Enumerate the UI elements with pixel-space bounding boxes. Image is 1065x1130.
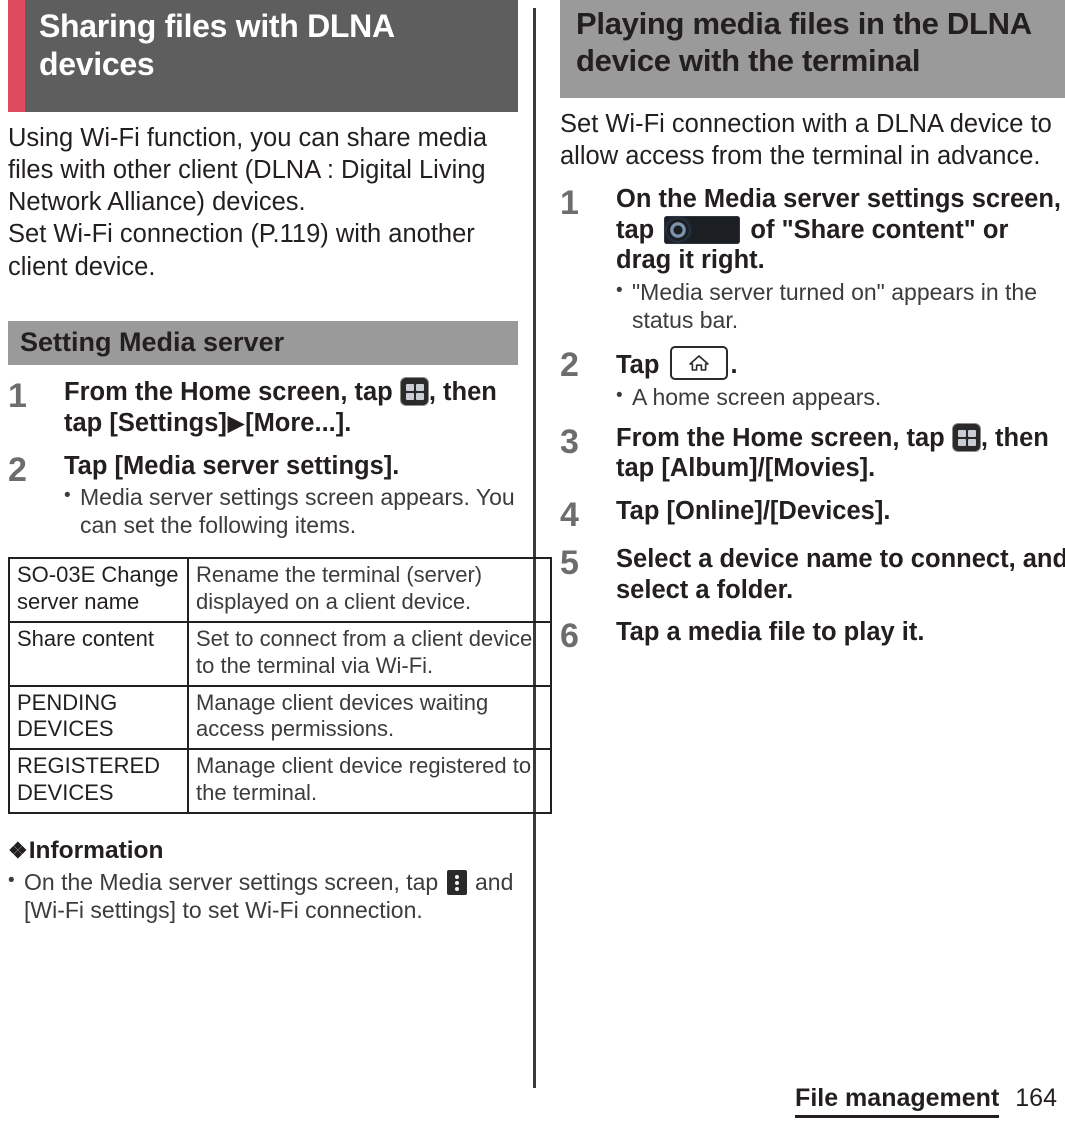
note-text: A home screen appears.: [632, 383, 882, 410]
table-row: SO-03E Change server name Rename the ter…: [8, 557, 552, 623]
step-body: Tap [Online]/[Devices].: [616, 496, 1065, 527]
step-item: 3 From the Home screen, tap , then tap […: [560, 423, 1065, 484]
step-title: From the Home screen, tap , then tap [Se…: [64, 377, 518, 438]
step-notes: • A home screen appears.: [616, 383, 1065, 411]
right-chapter-title: Playing media files in the DLNA device w…: [576, 6, 1031, 78]
step-body: Tap a media file to play it.: [616, 617, 1065, 648]
information-heading-label: Information: [28, 836, 164, 864]
step-item: 2 Tap [Media server settings]. • Media s…: [8, 451, 518, 540]
step-item: 1 From the Home screen, tap , then tap […: [8, 377, 518, 438]
left-steps-list: 1 From the Home screen, tap , then tap […: [8, 377, 518, 539]
step-body: On the Media server settings screen, tap…: [616, 184, 1065, 334]
left-chapter-heading: Sharing files with DLNA devices: [8, 0, 518, 112]
page-footer: File management 164: [795, 1084, 1057, 1118]
step-number: 5: [560, 543, 579, 582]
left-intro-paragraph-2: Set Wi-Fi connection (P.119) with anothe…: [8, 220, 475, 281]
step-title-text-before-icon: From the Home screen, tap: [64, 378, 400, 407]
step-number: 4: [560, 495, 579, 534]
information-item: • On the Media server settings screen, t…: [8, 868, 518, 924]
step-number: 2: [8, 450, 27, 489]
table-row: REGISTERED DEVICES Manage client device …: [8, 748, 552, 814]
bullet-icon: •: [616, 384, 623, 406]
step-title-text-tail: [More...].: [245, 408, 352, 437]
step-title: From the Home screen, tap , then tap [Al…: [616, 423, 1065, 484]
section-band-setting-media-server: Setting Media server: [8, 320, 518, 366]
step-item: 2 Tap . • A home screen appears.: [560, 346, 1065, 411]
manual-page: Sharing files with DLNA devices Using Wi…: [0, 0, 1065, 1130]
table-row: Share content Set to connect from a clie…: [8, 620, 552, 687]
step-title: Tap a media file to play it.: [616, 618, 925, 647]
step-title: Tap [Media server settings].: [64, 451, 400, 480]
step-number: 2: [560, 346, 579, 385]
toggle-knob: [667, 218, 690, 241]
step-number: 1: [560, 184, 579, 223]
step-item: 6 Tap a media file to play it.: [560, 617, 1065, 653]
information-item-text: On the Media server settings screen, tap…: [24, 868, 518, 924]
app-grid-icon: [400, 378, 428, 406]
step-title: Tap .: [616, 346, 1065, 381]
diamond-icon: ❖: [8, 837, 28, 863]
table-cell-item: REGISTERED DEVICES: [8, 748, 189, 814]
right-intro-paragraph: Set Wi-Fi connection with a DLNA device …: [560, 110, 1052, 171]
table-cell-description: Manage client device registered to the t…: [187, 748, 552, 814]
bullet-icon: •: [64, 485, 71, 507]
step-item: 4 Tap [Online]/[Devices].: [560, 496, 1065, 532]
note-item: • Media server settings screen appears. …: [64, 483, 518, 539]
table-cell-description: Manage client devices waiting access per…: [187, 684, 552, 751]
step-title-text-before-icon: From the Home screen, tap: [616, 423, 952, 452]
left-chapter-title-box: Sharing files with DLNA devices: [25, 0, 518, 112]
information-heading: ❖Information: [8, 836, 518, 865]
bullet-icon: •: [8, 870, 15, 892]
information-list: • On the Media server settings screen, t…: [8, 868, 518, 924]
step-title-text-after-icon: .: [730, 351, 738, 380]
note-item: • "Media server turned on" appears in th…: [616, 278, 1065, 334]
right-arrow-icon: ▶: [227, 411, 245, 435]
step-title: Select a device name to connect, and sel…: [616, 544, 1065, 604]
red-accent-bar: [8, 0, 25, 112]
right-steps-list: 1 On the Media server settings screen, t…: [560, 184, 1065, 653]
step-number: 1: [8, 377, 27, 416]
table-cell-item: PENDING DEVICES: [8, 684, 189, 751]
step-body: Tap . • A home screen appears.: [616, 346, 1065, 411]
step-body: From the Home screen, tap , then tap [Al…: [616, 423, 1065, 484]
bullet-icon: •: [616, 280, 623, 302]
note-text: "Media server turned on" appears in the …: [632, 279, 1038, 334]
table-cell-item: SO-03E Change server name: [8, 557, 189, 623]
media-server-settings-table: SO-03E Change server name Rename the ter…: [8, 557, 552, 814]
step-item: 1 On the Media server settings screen, t…: [560, 184, 1065, 334]
step-notes: • "Media server turned on" appears in th…: [616, 278, 1065, 334]
step-title: Tap [Online]/[Devices].: [616, 496, 891, 525]
footer-chapter-name: File management: [795, 1084, 1000, 1118]
app-grid-icon: [952, 423, 980, 451]
step-body: Select a device name to connect, and sel…: [616, 544, 1065, 605]
kebab-menu-icon: [446, 870, 467, 896]
left-column: Sharing files with DLNA devices Using Wi…: [8, 0, 552, 924]
table-cell-description: Rename the terminal (server) displayed o…: [187, 557, 552, 623]
step-body: From the Home screen, tap , then tap [Se…: [64, 377, 518, 438]
step-notes: • Media server settings screen appears. …: [64, 483, 518, 539]
column-divider: [533, 8, 536, 1088]
section-band-title: Setting Media server: [20, 326, 285, 357]
note-item: • A home screen appears.: [616, 383, 1065, 411]
home-key-icon: [669, 346, 728, 381]
table-row: PENDING DEVICES Manage client devices wa…: [8, 684, 552, 751]
footer-page-number: 164: [1015, 1084, 1057, 1112]
step-title-text-before-icon: Tap: [616, 351, 667, 380]
information-text-before-icon: On the Media server settings screen, tap: [24, 869, 445, 896]
right-chapter-heading: Playing media files in the DLNA device w…: [560, 0, 1065, 98]
right-column: Playing media files in the DLNA device w…: [560, 0, 1065, 653]
step-item: 5 Select a device name to connect, and s…: [560, 544, 1065, 605]
note-text: Media server settings screen appears. Yo…: [80, 484, 515, 539]
information-block: ❖Information • On the Media server setti…: [8, 836, 518, 924]
table-cell-item: Share content: [8, 620, 189, 687]
step-body: Tap [Media server settings]. • Media ser…: [64, 451, 518, 540]
table-cell-description: Set to connect from a client device to t…: [187, 620, 552, 687]
toggle-switch-icon: [664, 215, 741, 244]
left-chapter-title: Sharing files with DLNA devices: [39, 8, 394, 82]
step-number: 3: [560, 422, 579, 461]
step-title: On the Media server settings screen, tap…: [616, 184, 1065, 276]
left-intro-paragraph-1: Using Wi-Fi function, you can share medi…: [8, 124, 488, 217]
step-number: 6: [560, 617, 579, 656]
